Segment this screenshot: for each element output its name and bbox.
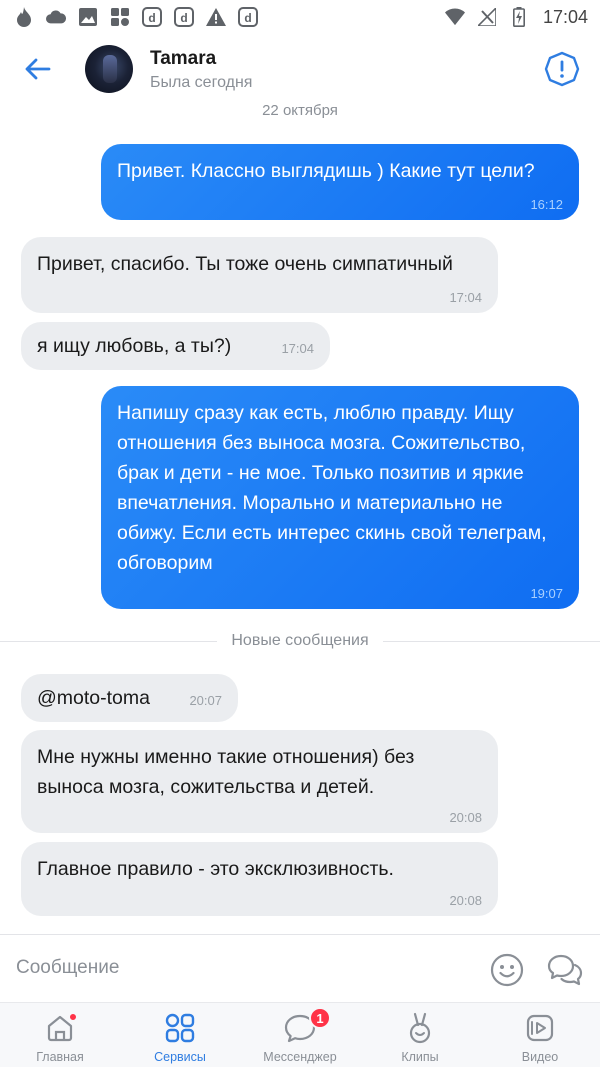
image-icon [78, 7, 98, 27]
report-button[interactable] [544, 51, 580, 87]
apps-icon [110, 7, 130, 27]
message-incoming[interactable]: Мне нужны именно такие отношения) без вы… [21, 730, 498, 833]
flame-icon [14, 7, 34, 27]
services-icon [163, 1011, 197, 1045]
new-messages-label: Новые сообщения [231, 632, 369, 649]
message-time: 20:07 [189, 693, 222, 708]
clips-icon [403, 1011, 437, 1045]
message-incoming[interactable]: @moto-toma 20:07 [21, 674, 238, 722]
video-icon [523, 1011, 557, 1045]
status-bar: d d d 17:04 [0, 0, 600, 34]
nav-item-video[interactable]: Видео [480, 1003, 600, 1067]
svg-text:d: d [148, 11, 155, 25]
message-input[interactable] [16, 957, 436, 979]
app-d-icon: d [174, 7, 194, 27]
nav-label: Клипы [401, 1050, 439, 1064]
status-bar-notifications: d d d [14, 7, 258, 27]
alert-octagon-icon [544, 51, 580, 87]
message-outgoing[interactable]: Напишу сразу как есть, люблю правду. Ищу… [101, 386, 579, 609]
divider-line [0, 640, 218, 642]
message-incoming[interactable]: я ищу любовь, а ты?) 17:04 [21, 322, 330, 370]
messenger-icon: 1 [283, 1007, 331, 1045]
app-d-icon: d [142, 7, 162, 27]
cloud-icon [46, 7, 66, 27]
nav-label: Видео [521, 1050, 559, 1064]
status-bar-time: 17:04 [542, 6, 588, 27]
message-time: 17:04 [449, 290, 482, 305]
unread-badge: 1 [309, 1007, 331, 1029]
message-text: Главное правило - это эксклюзивность. [37, 858, 394, 880]
contact-status: Была сегодня [150, 74, 253, 91]
message-composer [0, 934, 600, 1002]
date-divider: 22 октября [262, 104, 338, 118]
battery-charging-icon [509, 7, 529, 27]
notification-dot [69, 1013, 77, 1021]
wifi-icon [444, 7, 465, 27]
message-text: Мне нужны именно такие отношения) без вы… [37, 746, 415, 798]
chat-bubbles-icon [547, 954, 583, 986]
smile-icon [490, 953, 524, 987]
arrow-left-icon [25, 58, 51, 80]
contact-name[interactable]: Tamara [150, 48, 216, 70]
message-time: 17:04 [281, 341, 314, 356]
home-icon [43, 1011, 77, 1045]
nav-label: Сервисы [154, 1050, 206, 1064]
app-d-icon: d [238, 7, 258, 27]
svg-text:d: d [180, 11, 187, 25]
nav-item-home[interactable]: Главная [0, 1003, 120, 1067]
no-signal-icon [477, 7, 497, 27]
message-time: 20:08 [449, 893, 482, 908]
message-text: я ищу любовь, а ты?) [37, 335, 232, 357]
message-outgoing[interactable]: Привет. Классно выглядишь ) Какие тут це… [101, 144, 579, 220]
status-bar-system: 17:04 [444, 6, 588, 28]
nav-label: Мессенджер [263, 1050, 337, 1064]
avatar[interactable] [85, 45, 133, 93]
message-list[interactable]: 22 октября Привет. Классно выглядишь ) К… [0, 104, 600, 934]
message-incoming[interactable]: Привет, спасибо. Ты тоже очень симпатичн… [21, 237, 498, 313]
voice-messages-button[interactable] [547, 953, 583, 987]
message-time: 20:08 [449, 810, 482, 825]
message-time: 16:12 [530, 197, 563, 212]
message-text: Привет, спасибо. Ты тоже очень симпатичн… [37, 253, 453, 275]
emoji-button[interactable] [490, 953, 524, 987]
nav-item-messenger[interactable]: 1 Мессенджер [240, 1003, 360, 1067]
nav-item-clips[interactable]: Клипы [360, 1003, 480, 1067]
nav-label: Главная [36, 1050, 84, 1064]
new-messages-divider: Новые сообщения [0, 630, 600, 652]
warning-icon [206, 7, 226, 27]
svg-text:d: d [244, 11, 251, 25]
bottom-navigation: Главная Сервисы 1 Мессенджер Клипы Видео [0, 1002, 600, 1067]
nav-item-services[interactable]: Сервисы [120, 1003, 240, 1067]
message-text: Привет. Классно выглядишь ) Какие тут це… [117, 160, 535, 182]
divider-line [382, 640, 600, 642]
message-incoming[interactable]: Главное правило - это эксклюзивность. 20… [21, 842, 498, 916]
message-text: Напишу сразу как есть, люблю правду. Ищу… [117, 402, 547, 574]
message-time: 19:07 [530, 586, 563, 601]
back-button[interactable] [22, 54, 52, 84]
chat-header: Tamara Была сегодня [0, 34, 600, 104]
